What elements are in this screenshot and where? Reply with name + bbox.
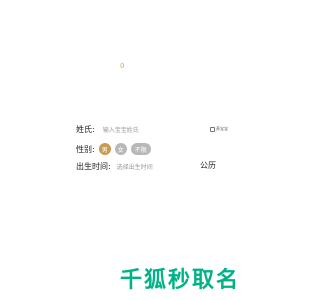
auto-option[interactable]: 养宝宝: [210, 126, 228, 132]
gender-label: 性别:: [76, 144, 95, 154]
gender-any-button[interactable]: 不限: [130, 143, 151, 155]
gender-row: 性别: 男 女 不限: [76, 143, 155, 155]
auto-option-label: 养宝宝: [216, 126, 228, 131]
birth-label: 出生时间:: [76, 162, 111, 171]
submit-button[interactable]: 千狐秒取名: [120, 262, 240, 294]
birth-row: 出生时间: 选择出生时间: [76, 161, 193, 172]
gender-male-button[interactable]: 男: [98, 143, 111, 155]
gender-female-button[interactable]: 女: [114, 143, 127, 155]
calendar-type-selector[interactable]: 公历: [200, 160, 216, 171]
surname-row: 姓氏: 输入宝宝姓氏: [76, 124, 203, 135]
surname-input[interactable]: 输入宝宝姓氏: [103, 125, 203, 134]
surname-label: 姓氏:: [76, 125, 95, 134]
auto-checkbox[interactable]: [210, 126, 215, 132]
name-generator-page: 0 姓氏: 输入宝宝姓氏 养宝宝 性别: 男 女 不限 出生时间: 选择出生时间…: [0, 0, 300, 300]
counter-text: 0: [120, 62, 125, 70]
gender-options: 男 女 不限: [98, 143, 155, 155]
birth-time-input[interactable]: 选择出生时间: [117, 162, 193, 171]
